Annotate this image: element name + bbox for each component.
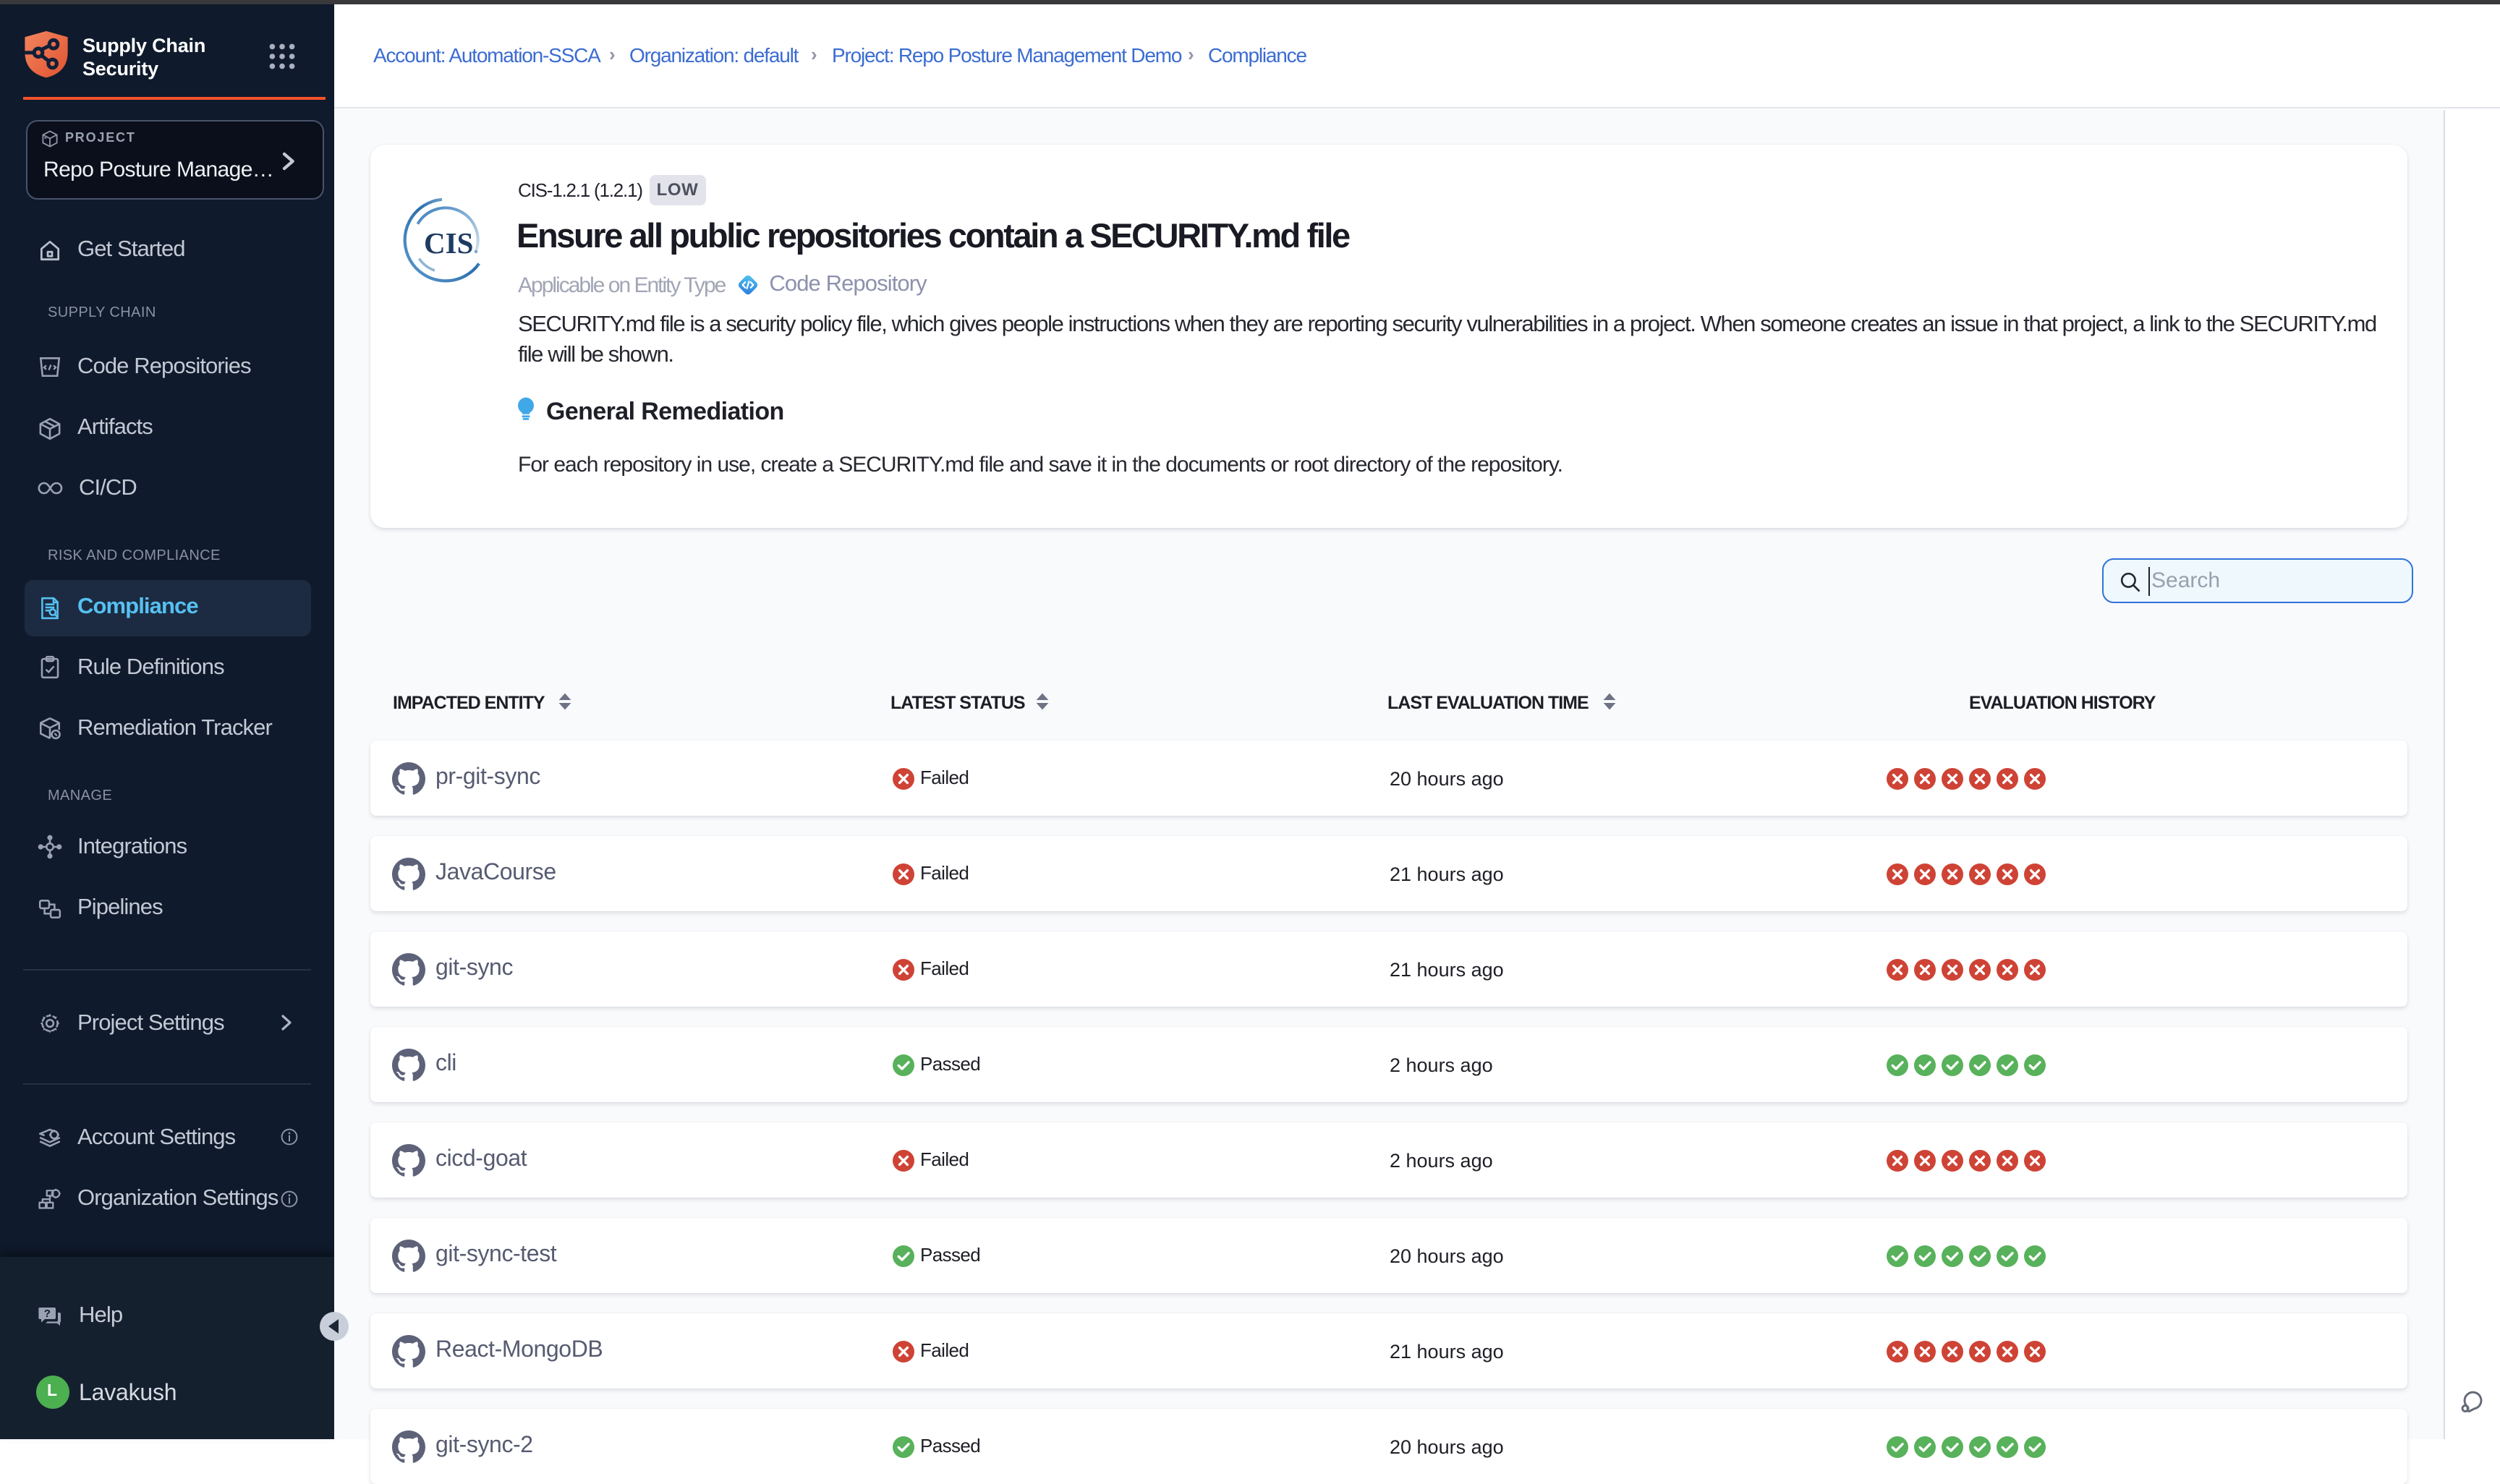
svg-text:?: ? xyxy=(44,1308,51,1320)
svg-text:CIS: CIS xyxy=(423,226,472,260)
